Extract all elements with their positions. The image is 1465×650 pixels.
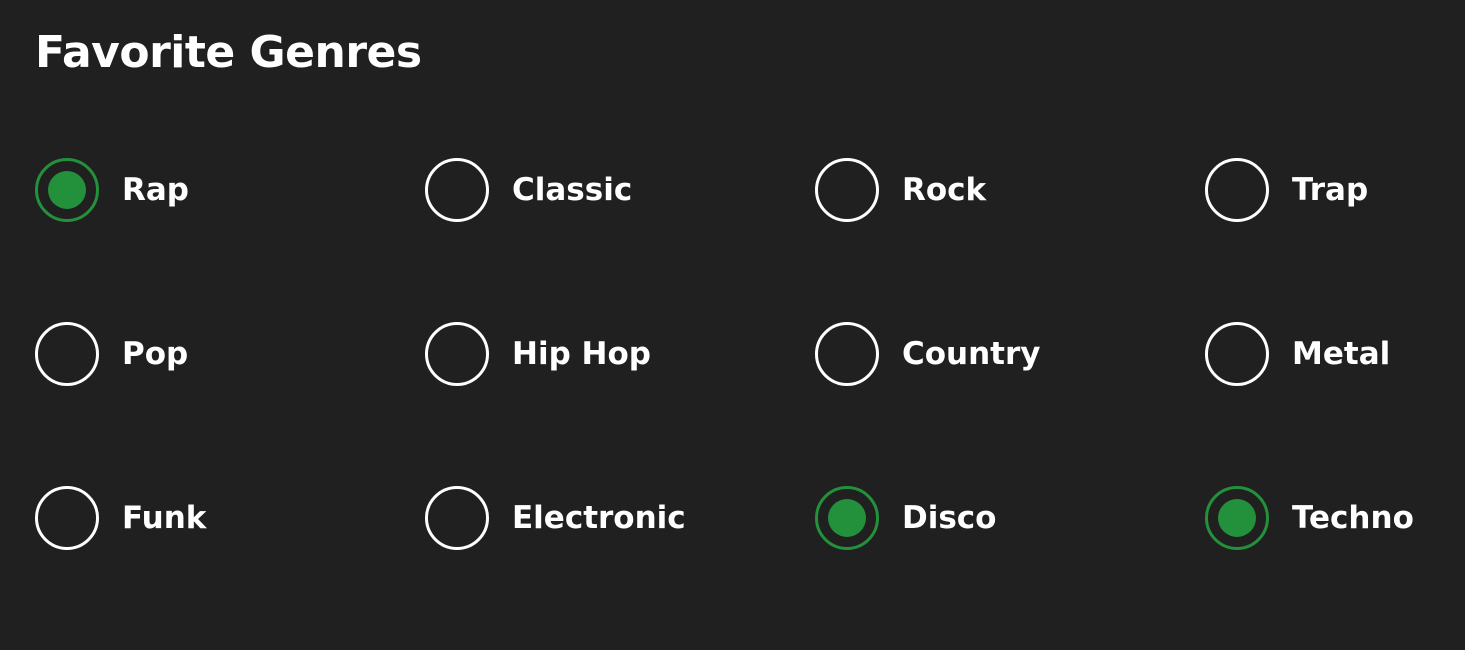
genre-label: Electronic bbox=[512, 500, 686, 536]
page-title: Favorite Genres bbox=[35, 27, 422, 78]
genre-option-hip-hop[interactable]: Hip Hop bbox=[425, 322, 815, 386]
genre-option-country[interactable]: Country bbox=[815, 322, 1205, 386]
genre-option-classic[interactable]: Classic bbox=[425, 158, 815, 222]
genre-label: Pop bbox=[122, 336, 189, 372]
genre-option-trap[interactable]: Trap bbox=[1205, 158, 1465, 222]
genre-option-rock[interactable]: Rock bbox=[815, 158, 1205, 222]
radio-button[interactable] bbox=[1205, 158, 1269, 222]
radio-button[interactable] bbox=[1205, 322, 1269, 386]
radio-button[interactable] bbox=[425, 158, 489, 222]
radio-button[interactable] bbox=[1205, 486, 1269, 550]
genre-option-pop[interactable]: Pop bbox=[35, 322, 425, 386]
genre-label: Classic bbox=[512, 172, 633, 208]
genre-label: Rock bbox=[902, 172, 987, 208]
radio-selected-dot bbox=[48, 171, 86, 209]
genre-label: Disco bbox=[902, 500, 997, 536]
radio-button[interactable] bbox=[815, 322, 879, 386]
genre-option-electronic[interactable]: Electronic bbox=[425, 486, 815, 550]
radio-button[interactable] bbox=[35, 158, 99, 222]
radio-button[interactable] bbox=[35, 322, 99, 386]
radio-button[interactable] bbox=[815, 158, 879, 222]
genre-label: Country bbox=[902, 336, 1041, 372]
radio-selected-dot bbox=[828, 499, 866, 537]
genre-option-techno[interactable]: Techno bbox=[1205, 486, 1465, 550]
genre-label: Techno bbox=[1292, 500, 1414, 536]
genre-label: Rap bbox=[122, 172, 189, 208]
genre-label: Trap bbox=[1292, 172, 1369, 208]
genre-picker: Favorite Genres Rap Classic Rock Trap Po… bbox=[0, 0, 1465, 595]
radio-button[interactable] bbox=[425, 322, 489, 386]
radio-button[interactable] bbox=[815, 486, 879, 550]
genre-label: Funk bbox=[122, 500, 207, 536]
radio-selected-dot bbox=[1218, 499, 1256, 537]
radio-button[interactable] bbox=[35, 486, 99, 550]
genre-option-rap[interactable]: Rap bbox=[35, 158, 425, 222]
genre-option-funk[interactable]: Funk bbox=[35, 486, 425, 550]
genre-option-disco[interactable]: Disco bbox=[815, 486, 1205, 550]
radio-button[interactable] bbox=[425, 486, 489, 550]
genre-label: Hip Hop bbox=[512, 336, 651, 372]
genre-options-grid: Rap Classic Rock Trap Pop Hip Hop Countr… bbox=[35, 158, 1465, 650]
genre-option-metal[interactable]: Metal bbox=[1205, 322, 1465, 386]
genre-label: Metal bbox=[1292, 336, 1391, 372]
